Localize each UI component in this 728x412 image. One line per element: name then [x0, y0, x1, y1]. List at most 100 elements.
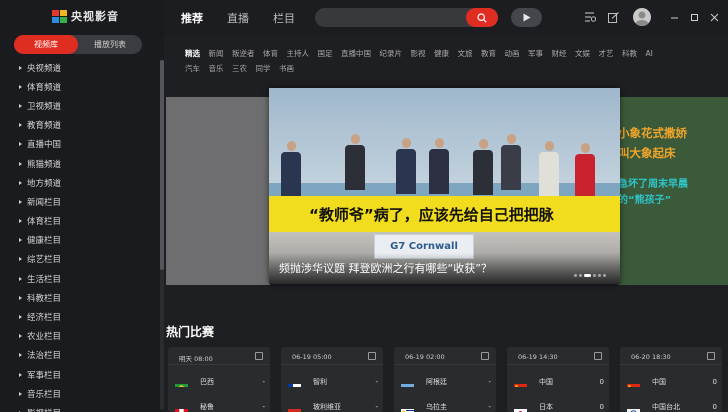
tab-playlist[interactable]: 播放列表	[78, 35, 142, 54]
watch-icon[interactable]	[707, 352, 715, 360]
carousel-slide-previous[interactable]	[166, 97, 270, 285]
history-button[interactable]	[583, 10, 597, 24]
carousel-dot[interactable]	[574, 274, 577, 277]
category-tab[interactable]: 书画	[279, 62, 294, 76]
match-card[interactable]: 06-19 05:00 智利 - 玻利维亚 -	[281, 347, 383, 412]
category-tab[interactable]: 影视	[411, 47, 426, 61]
avatar[interactable]	[633, 8, 651, 26]
category-tab[interactable]: 健康	[434, 47, 449, 61]
match-team: 智利 -	[288, 376, 378, 388]
sidebar-item[interactable]: 军事栏目	[0, 365, 160, 384]
sidebar-item[interactable]: 卫视频道	[0, 96, 160, 115]
carousel-dot[interactable]	[579, 274, 582, 277]
category-tab[interactable]: 新闻	[209, 47, 224, 61]
scrollbar-thumb[interactable]	[160, 60, 164, 270]
sidebar-item[interactable]: 教育频道	[0, 116, 160, 135]
match-card[interactable]: 06-19 14:30 中国 0 日本 0	[507, 347, 609, 412]
sidebar-item-label: 生活栏目	[27, 274, 62, 285]
sidebar-item[interactable]: 健康栏目	[0, 231, 160, 250]
watch-icon[interactable]	[594, 352, 602, 360]
category-tab[interactable]: 精选	[185, 47, 200, 61]
team-name: 玻利维亚	[313, 403, 341, 411]
sidebar-item[interactable]: 科教栏目	[0, 288, 160, 307]
category-tab[interactable]: 三农	[232, 62, 247, 76]
category-tab[interactable]: 财经	[552, 47, 567, 61]
category-tab[interactable]: 音乐	[209, 62, 224, 76]
channel-list: 央视频道 体育频道 卫视频道 教育频道 直播中国 熊猫频道地方频道新闻栏目 体育栏目 健康栏目…	[0, 58, 160, 412]
maximize-button[interactable]	[687, 10, 701, 24]
watch-icon[interactable]	[368, 352, 376, 360]
carousel-dot[interactable]	[603, 274, 606, 277]
app-title: 央视影音	[71, 10, 119, 23]
nav-recommend[interactable]: 推荐	[181, 10, 203, 26]
sidebar-item[interactable]: 体育栏目	[0, 212, 160, 231]
peru-flag-icon	[175, 403, 188, 412]
category-tab[interactable]: 叛逆者	[232, 47, 255, 61]
tab-video-library[interactable]: 视频库	[14, 35, 78, 54]
match-team: 中国台北 0	[627, 401, 717, 412]
search-button[interactable]	[466, 8, 498, 27]
carousel-dot[interactable]	[598, 274, 601, 277]
slide-text: 叫大象起床	[618, 146, 676, 160]
watch-icon[interactable]	[255, 352, 263, 360]
category-tab[interactable]: AI	[646, 47, 653, 61]
category-tab[interactable]: 军事	[528, 47, 543, 61]
category-tab[interactable]: 国足	[318, 47, 333, 61]
sidebar-item[interactable]: 法治栏目	[0, 346, 160, 365]
team-name: 中国	[539, 378, 553, 386]
sidebar-item[interactable]: 新闻栏目	[0, 192, 160, 211]
top-bar: 推荐 直播 栏目	[164, 0, 728, 36]
match-card[interactable]: 明天 08:00 巴西 - 秘鲁 -	[168, 347, 270, 412]
caret-right-icon	[19, 219, 22, 224]
category-tab[interactable]: 教育	[481, 47, 496, 61]
category-tab[interactable]: 科教	[622, 47, 637, 61]
watch-icon[interactable]	[481, 352, 489, 360]
sidebar-item[interactable]: 生活栏目	[0, 269, 160, 288]
category-tab[interactable]: 动画	[505, 47, 520, 61]
sidebar-item[interactable]: 直播中国	[0, 135, 160, 154]
carousel-dot[interactable]	[593, 274, 596, 277]
sidebar-item-label: 法治栏目	[27, 351, 62, 362]
close-button[interactable]	[707, 10, 721, 24]
divider	[281, 364, 383, 365]
category-tab[interactable]: 汽车	[185, 62, 200, 76]
sidebar-item[interactable]: 农业栏目	[0, 327, 160, 346]
china-flag-icon	[627, 378, 640, 387]
carousel-slide-current[interactable]: “教师爷”病了，应该先给自己把把脉 G7 Cornwall 频抛涉华议题 拜登欧…	[269, 88, 620, 284]
nav-columns[interactable]: 栏目	[273, 10, 295, 26]
play-button[interactable]	[511, 8, 542, 27]
brazil-flag-icon	[175, 378, 188, 387]
category-tab[interactable]: 才艺	[599, 47, 614, 61]
sidebar-item[interactable]: 体育频道	[0, 77, 160, 96]
slide-caption[interactable]: 频抛涉华议题 拜登欧洲之行有哪些“收获”？	[279, 260, 492, 276]
category-tab[interactable]: 体育	[263, 47, 278, 61]
nav-live[interactable]: 直播	[227, 10, 249, 26]
sidebar-item[interactable]: 地方频道	[0, 173, 160, 192]
sidebar-item[interactable]: 熊猫频道	[0, 154, 160, 173]
team-score: 0	[599, 403, 604, 411]
category-tab[interactable]: 同学	[256, 62, 271, 76]
carousel-dot-active[interactable]	[584, 274, 591, 277]
search-input[interactable]	[323, 10, 463, 25]
category-tab[interactable]: 直播中国	[341, 47, 371, 61]
sidebar-item[interactable]: 央视频道	[0, 58, 160, 77]
sidebar-item[interactable]: 影视栏目	[0, 403, 160, 412]
match-card[interactable]: 06-20 18:30 中国 0 中国台北 0	[620, 347, 722, 412]
sidebar-item[interactable]: 综艺栏目	[0, 250, 160, 269]
match-card[interactable]: 06-19 02:00 阿根廷 - 乌拉圭 -	[394, 347, 496, 412]
app-logo: 央视影音	[52, 8, 119, 24]
minimize-button[interactable]	[667, 10, 681, 24]
divider	[168, 364, 270, 365]
sidebar-item-label: 地方频道	[27, 178, 62, 189]
sidebar-item[interactable]: 音乐栏目	[0, 384, 160, 403]
sidebar-item[interactable]: 经济栏目	[0, 307, 160, 326]
category-tab[interactable]: 文旅	[458, 47, 473, 61]
edit-button[interactable]	[606, 10, 620, 24]
carousel-slide-next[interactable]: 小象花式撒娇 叫大象起床 急坏了周末早晨 的“熊孩子”	[618, 97, 728, 285]
category-tab[interactable]: 纪录片	[380, 47, 403, 61]
category-tab[interactable]: 文娱	[575, 47, 590, 61]
sidebar-item-label: 影视栏目	[27, 407, 61, 412]
category-tab[interactable]: 主持人	[287, 47, 310, 61]
caret-right-icon	[19, 103, 22, 108]
sidebar-scrollbar[interactable]	[160, 60, 164, 410]
